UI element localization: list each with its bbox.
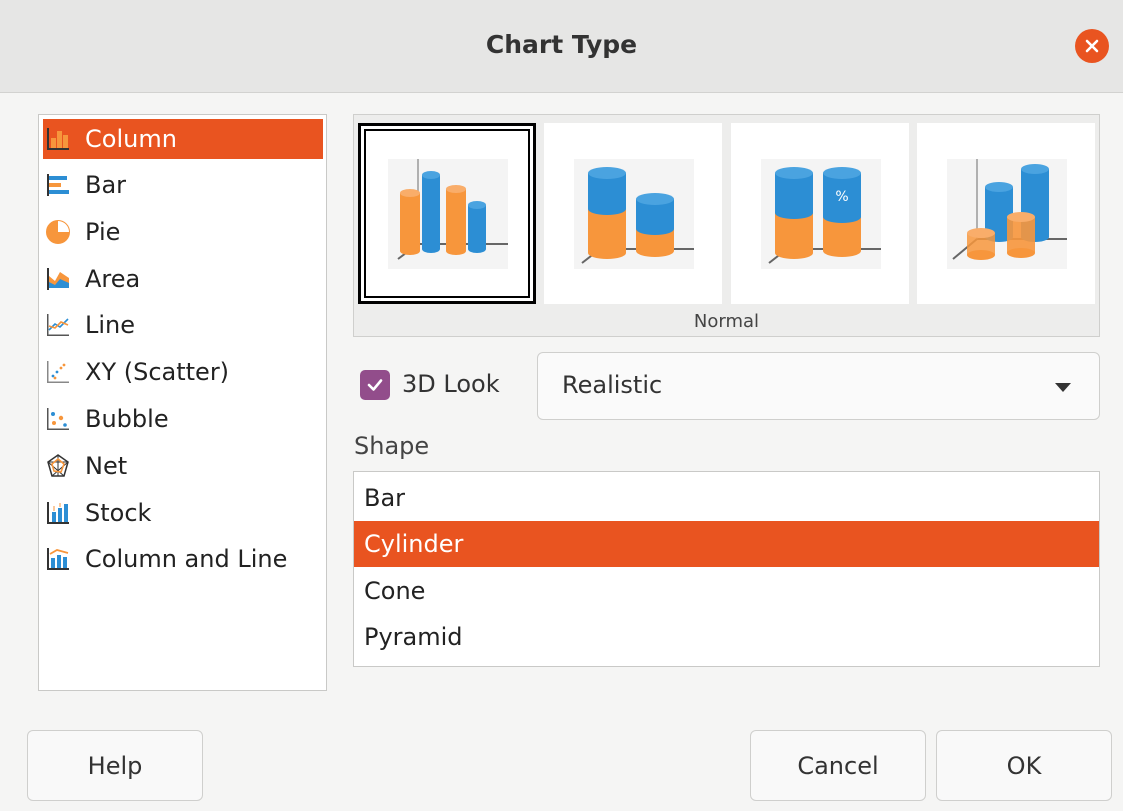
percent-glyph: % — [835, 189, 848, 205]
chart-type-label: Line — [85, 311, 136, 339]
chevron-down-icon — [1055, 383, 1071, 392]
shape-option-cylinder[interactable]: Cylinder — [354, 521, 1099, 567]
shape-option-pyramid[interactable]: Pyramid — [354, 614, 1099, 660]
close-button[interactable] — [1075, 29, 1109, 63]
checkmark-icon — [367, 379, 383, 391]
chart-type-item-column[interactable]: Column — [43, 119, 323, 159]
chart-type-item-bubble[interactable]: Bubble — [43, 399, 323, 439]
chart-type-list[interactable]: Column Bar Pie Area Line XY (Scatter) Bu… — [38, 114, 327, 691]
3d-look-label[interactable]: 3D Look — [402, 370, 500, 398]
chart-type-label: XY (Scatter) — [85, 358, 230, 386]
cylinder-normal-icon — [388, 159, 508, 269]
dialog-title: Chart Type — [485, 30, 638, 59]
chart-type-label: Net — [85, 452, 128, 480]
scatter-chart-icon — [45, 359, 71, 385]
shape-option-bar[interactable]: Bar — [354, 475, 1099, 521]
chart-type-item-area[interactable]: Area — [43, 259, 323, 299]
variant-normal-tile[interactable] — [358, 123, 536, 304]
chart-type-item-stock[interactable]: Stock — [43, 493, 323, 533]
title-bar: Chart Type — [0, 0, 1123, 93]
chart-type-item-line[interactable]: Line — [43, 305, 323, 345]
chart-type-item-xy-scatter[interactable]: XY (Scatter) — [43, 352, 323, 392]
close-icon — [1085, 39, 1099, 53]
shape-heading: Shape — [354, 432, 430, 460]
cylinder-percent-stacked-icon: % — [761, 159, 881, 269]
chart-type-label: Column — [85, 125, 177, 153]
chart-type-label: Stock — [85, 499, 152, 527]
chart-type-item-pie[interactable]: Pie — [43, 212, 323, 252]
chart-type-label: Pie — [85, 218, 121, 246]
3d-scheme-dropdown[interactable]: Realistic — [537, 352, 1100, 420]
chart-type-item-bar[interactable]: Bar — [43, 165, 323, 205]
chart-variant-panel: % Normal — [353, 114, 1100, 337]
chart-type-label: Bubble — [85, 405, 169, 433]
variant-label: Normal — [693, 311, 760, 332]
area-chart-icon — [45, 266, 71, 292]
column-and-line-chart-icon — [45, 546, 71, 572]
3d-scheme-value: Realistic — [562, 371, 663, 399]
chart-type-label: Area — [85, 265, 141, 293]
help-button[interactable]: Help — [27, 730, 203, 801]
variant-stacked-tile[interactable] — [544, 123, 722, 304]
line-chart-icon — [45, 312, 71, 338]
chart-type-item-column-and-line[interactable]: Column and Line — [43, 539, 323, 579]
chart-type-item-net[interactable]: Net — [43, 446, 323, 486]
variant-deep-tile[interactable] — [917, 123, 1095, 304]
shape-list[interactable]: Bar Cylinder Cone Pyramid — [353, 471, 1100, 667]
cancel-button[interactable]: Cancel — [750, 730, 926, 801]
shape-option-cone[interactable]: Cone — [354, 568, 1099, 614]
cylinder-stacked-icon — [574, 159, 694, 269]
bubble-chart-icon — [45, 406, 71, 432]
chart-type-label: Column and Line — [85, 545, 288, 573]
net-chart-icon — [45, 453, 71, 479]
column-chart-icon — [45, 126, 71, 152]
cylinder-deep-icon — [947, 159, 1067, 269]
3d-look-checkbox[interactable] — [360, 370, 390, 400]
chart-type-label: Bar — [85, 171, 127, 199]
pie-chart-icon — [45, 219, 71, 245]
stock-chart-icon — [45, 500, 71, 526]
variant-percent-stacked-tile[interactable]: % — [731, 123, 909, 304]
bar-chart-icon — [45, 172, 71, 198]
ok-button[interactable]: OK — [936, 730, 1112, 801]
